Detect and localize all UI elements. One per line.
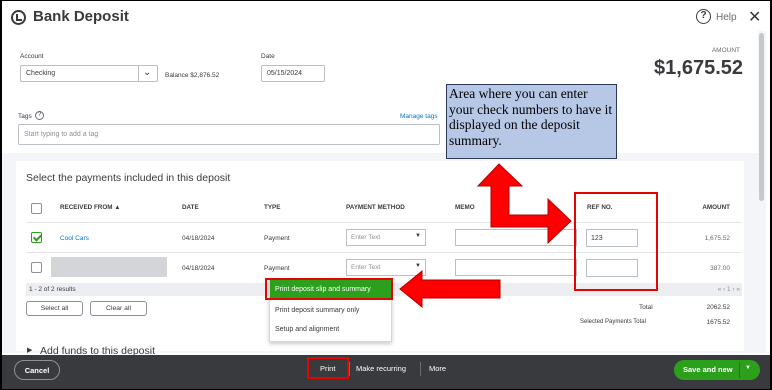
caret-down-icon[interactable]: ▼: [745, 365, 751, 371]
arrow-to-print-option: [399, 269, 501, 309]
save-and-new-label: Save and new: [683, 365, 733, 374]
make-recurring-button[interactable]: Make recurring: [356, 364, 406, 373]
split-divider: [739, 362, 740, 378]
footer-separator: [420, 362, 421, 376]
bent-arrow-to-ref-no: [476, 163, 572, 245]
footer-separator: [349, 362, 350, 376]
bank-deposit-window: Bank Deposit ? Help ✕ Account Checking ⌄…: [2, 1, 770, 389]
annotation-arrows: [399, 163, 572, 309]
more-button[interactable]: More: [429, 364, 446, 373]
save-and-new-button[interactable]: Save and new ▼: [674, 360, 760, 380]
highlight-print-button: [307, 357, 349, 379]
scrollbar-thumb[interactable]: [759, 33, 764, 201]
cancel-button[interactable]: Cancel: [14, 360, 60, 380]
